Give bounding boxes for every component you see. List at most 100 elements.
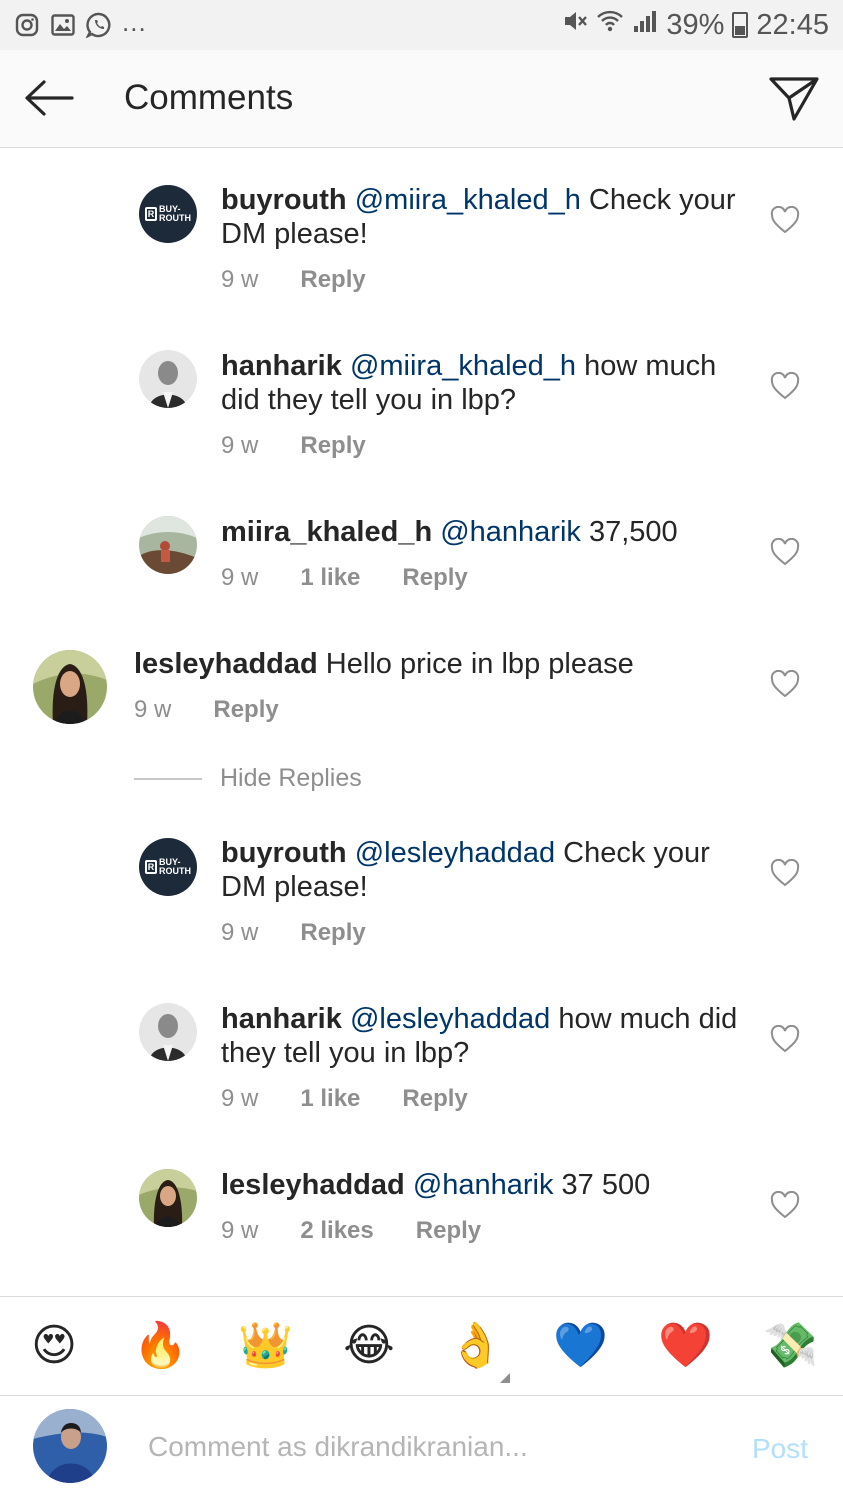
avatar[interactable]: [139, 1003, 197, 1061]
tears-of-joy-emoji-button[interactable]: 😂: [343, 1320, 395, 1372]
comment-meta: 9 w Reply: [221, 266, 366, 294]
comment-time: 9 w: [134, 696, 172, 723]
share-button[interactable]: [768, 74, 820, 124]
like-count[interactable]: 1 like: [300, 1085, 360, 1113]
page-title: Comments: [124, 78, 294, 117]
heart-eyes-emoji-button[interactable]: 😍: [28, 1320, 80, 1372]
brand-logo: R BUY- ROUTH: [145, 858, 191, 876]
clock: 22:45: [756, 8, 829, 41]
comment-time: 9 w: [221, 432, 259, 459]
comment-text: hanharik @miira_khaled_h how much did th…: [221, 349, 751, 417]
comment-text: miira_khaled_h @hanharik 37,500: [221, 515, 751, 549]
comment-body: 37,500: [580, 516, 678, 548]
skin-tone-indicator-icon: [500, 1373, 510, 1383]
comment-meta: 9 w Reply: [134, 696, 279, 724]
gallery-icon: [50, 12, 76, 38]
comment-username[interactable]: buyrouth: [221, 184, 347, 216]
comment-username[interactable]: miira_khaled_h: [221, 516, 432, 548]
avatar[interactable]: [139, 1169, 197, 1227]
comment-mention[interactable]: @lesleyhaddad: [355, 837, 555, 869]
divider: [134, 777, 202, 780]
comments-list: R BUY- ROUTH buyrouth @miira_khaled_h Che…: [0, 149, 843, 1295]
comment-mention[interactable]: @lesleyhaddad: [350, 1003, 550, 1035]
mute-icon: [562, 8, 588, 42]
status-right: 39% 22:45: [562, 8, 829, 42]
back-button[interactable]: [22, 78, 76, 118]
heart-icon[interactable]: [770, 1191, 800, 1219]
heart-icon[interactable]: [770, 206, 800, 234]
reply-button[interactable]: Reply: [300, 266, 365, 294]
status-bar: ... 39% 22:45: [0, 0, 843, 50]
comment-username[interactable]: lesleyhaddad: [134, 648, 318, 680]
heart-icon[interactable]: [770, 1025, 800, 1053]
emoji-quick-bar: 😍 🔥 👑 😂 👌 💙 ❤️ 💸: [0, 1296, 843, 1396]
comment-text: lesleyhaddad @hanharik 37 500: [221, 1168, 751, 1202]
whatsapp-icon: [86, 12, 112, 38]
comment-meta: 9 w 2 likes Reply: [221, 1217, 481, 1245]
heart-icon[interactable]: [770, 859, 800, 887]
avatar[interactable]: R BUY- ROUTH: [139, 185, 197, 243]
heart-icon[interactable]: [770, 538, 800, 566]
comment-composer: Post: [0, 1397, 843, 1499]
post-button[interactable]: Post: [752, 1433, 808, 1465]
money-wings-emoji-button[interactable]: 💸: [763, 1320, 818, 1372]
comment-meta: 9 w 1 like Reply: [221, 564, 468, 592]
reply-button[interactable]: Reply: [300, 919, 365, 947]
app-header: Comments: [0, 50, 843, 148]
heart-icon[interactable]: [770, 670, 800, 698]
like-count[interactable]: 2 likes: [300, 1217, 373, 1245]
signal-icon: [632, 8, 658, 42]
comment-text: lesleyhaddad Hello price in lbp please: [134, 647, 734, 681]
ok-hand-emoji-button[interactable]: 👌: [448, 1320, 503, 1372]
comment-mention[interactable]: @miira_khaled_h: [355, 184, 581, 216]
comment-text: buyrouth @miira_khaled_h Check your DM p…: [221, 183, 751, 251]
comment-meta: 9 w 1 like Reply: [221, 1085, 468, 1113]
user-avatar: [33, 1409, 107, 1483]
avatar[interactable]: [139, 516, 197, 574]
like-count[interactable]: 1 like: [300, 564, 360, 592]
reply-button[interactable]: Reply: [416, 1217, 481, 1245]
comment-mention[interactable]: @hanharik: [413, 1169, 554, 1201]
avatar[interactable]: R BUY- ROUTH: [139, 838, 197, 896]
avatar[interactable]: [33, 650, 107, 724]
comment-text: hanharik @lesleyhaddad how much did they…: [221, 1002, 751, 1070]
comment-time: 9 w: [221, 1085, 259, 1112]
comment-meta: 9 w Reply: [221, 432, 366, 460]
comment-input[interactable]: [148, 1425, 728, 1469]
back-arrow-icon: [25, 80, 74, 116]
hide-replies-label: Hide Replies: [220, 764, 362, 792]
comment-mention[interactable]: @hanharik: [440, 516, 581, 548]
reply-button[interactable]: Reply: [402, 1085, 467, 1113]
comment-username[interactable]: buyrouth: [221, 837, 347, 869]
fire-emoji-button[interactable]: 🔥: [133, 1320, 188, 1372]
battery-percent: 39%: [666, 8, 725, 41]
battery-icon: [732, 12, 749, 38]
blue-heart-emoji-button[interactable]: 💙: [553, 1320, 608, 1372]
comment-time: 9 w: [221, 1217, 259, 1244]
comment-username[interactable]: hanharik: [221, 350, 342, 382]
comment-time: 9 w: [221, 564, 259, 591]
comment-mention[interactable]: @miira_khaled_h: [350, 350, 576, 382]
heart-icon[interactable]: [770, 372, 800, 400]
wifi-icon: [596, 8, 624, 42]
comment-time: 9 w: [221, 266, 259, 293]
status-left: ...: [14, 7, 147, 38]
comment-text: buyrouth @lesleyhaddad Check your DM ple…: [221, 836, 751, 904]
comment-body: Hello price in lbp please: [317, 648, 634, 680]
reply-button[interactable]: Reply: [213, 696, 278, 724]
comment-meta: 9 w Reply: [221, 919, 366, 947]
reply-button[interactable]: Reply: [402, 564, 467, 592]
brand-logo: R BUY- ROUTH: [145, 205, 191, 223]
hide-replies-button[interactable]: Hide Replies: [134, 764, 362, 793]
status-more: ...: [122, 6, 147, 37]
reply-button[interactable]: Reply: [300, 432, 365, 460]
comment-body: 37 500: [553, 1169, 651, 1201]
comment-time: 9 w: [221, 919, 259, 946]
send-icon: [769, 77, 819, 121]
crown-emoji-button[interactable]: 👑: [238, 1320, 293, 1372]
red-heart-emoji-button[interactable]: ❤️: [658, 1320, 713, 1372]
comment-username[interactable]: lesleyhaddad: [221, 1169, 405, 1201]
avatar[interactable]: [139, 350, 197, 408]
comment-username[interactable]: hanharik: [221, 1003, 342, 1035]
instagram-icon: [14, 12, 40, 38]
